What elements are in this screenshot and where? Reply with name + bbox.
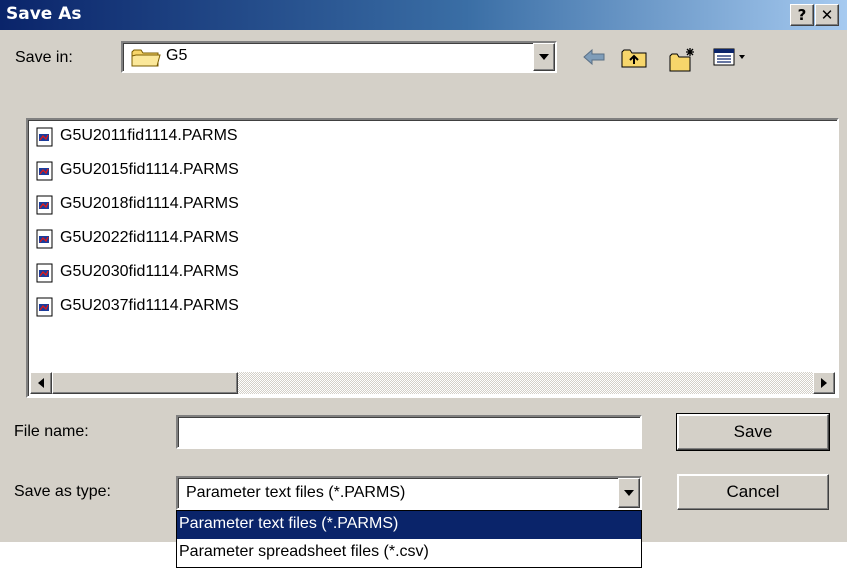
file-list[interactable]: G5U2011fid1114.PARMS G5U2015fid1114.PARM… [26, 118, 839, 398]
save-as-type-dropdown[interactable]: Parameter text files (*.PARMS) [176, 476, 642, 510]
arrow-right-icon [821, 378, 827, 388]
arrow-left-icon [38, 378, 44, 388]
option-parms[interactable]: Parameter text files (*.PARMS) [177, 511, 641, 539]
file-name: G5U2015fid1114.PARMS [60, 161, 239, 178]
file-icon [36, 161, 53, 181]
new-folder-icon[interactable] [668, 46, 698, 72]
scrollbar-thumb[interactable] [52, 372, 238, 394]
file-icon [36, 263, 53, 283]
folder-icon [131, 49, 161, 67]
window-title: Save As [6, 4, 82, 24]
save-in-dropdown[interactable]: G5 [121, 41, 557, 73]
save-as-dialog: Save As ? ✕ Save in: G5 G5U2011fid1114.P… [0, 0, 847, 542]
save-as-type-value: Parameter text files (*.PARMS) [186, 484, 406, 501]
save-button[interactable]: Save [676, 413, 830, 451]
help-button[interactable]: ? [790, 4, 814, 26]
scroll-right-button[interactable] [813, 372, 835, 394]
option-csv[interactable]: Parameter spreadsheet files (*.csv) [177, 539, 641, 567]
scroll-left-button[interactable] [30, 372, 52, 394]
file-name: G5U2030fid1114.PARMS [60, 263, 239, 280]
save-as-type-dropdown-button[interactable] [618, 478, 640, 508]
file-icon [36, 195, 53, 215]
view-menu-icon[interactable] [712, 46, 748, 68]
save-as-type-label: Save as type: [14, 483, 111, 500]
save-in-label: Save in: [15, 49, 73, 66]
cancel-button[interactable]: Cancel [677, 474, 829, 510]
file-name: G5U2011fid1114.PARMS [60, 127, 238, 144]
file-name: G5U2022fid1114.PARMS [60, 229, 239, 246]
save-in-dropdown-button[interactable] [533, 43, 555, 71]
file-name-input[interactable] [176, 415, 642, 449]
file-name: G5U2018fid1114.PARMS [60, 195, 239, 212]
close-button[interactable]: ✕ [815, 4, 839, 26]
file-icon [36, 297, 53, 317]
file-name-label: File name: [14, 423, 89, 440]
file-icon [36, 127, 53, 147]
up-folder-icon[interactable] [620, 46, 648, 70]
save-as-type-options[interactable]: Parameter text files (*.PARMS) Parameter… [176, 510, 642, 568]
chevron-down-icon [539, 54, 549, 60]
file-name: G5U2037fid1114.PARMS [60, 297, 239, 314]
title-bar[interactable]: Save As ? ✕ [0, 0, 847, 30]
chevron-down-icon [624, 490, 634, 496]
save-in-value: G5 [166, 47, 188, 64]
back-arrow-icon[interactable] [581, 46, 607, 68]
file-icon [36, 229, 53, 249]
horizontal-scrollbar[interactable] [30, 372, 835, 394]
